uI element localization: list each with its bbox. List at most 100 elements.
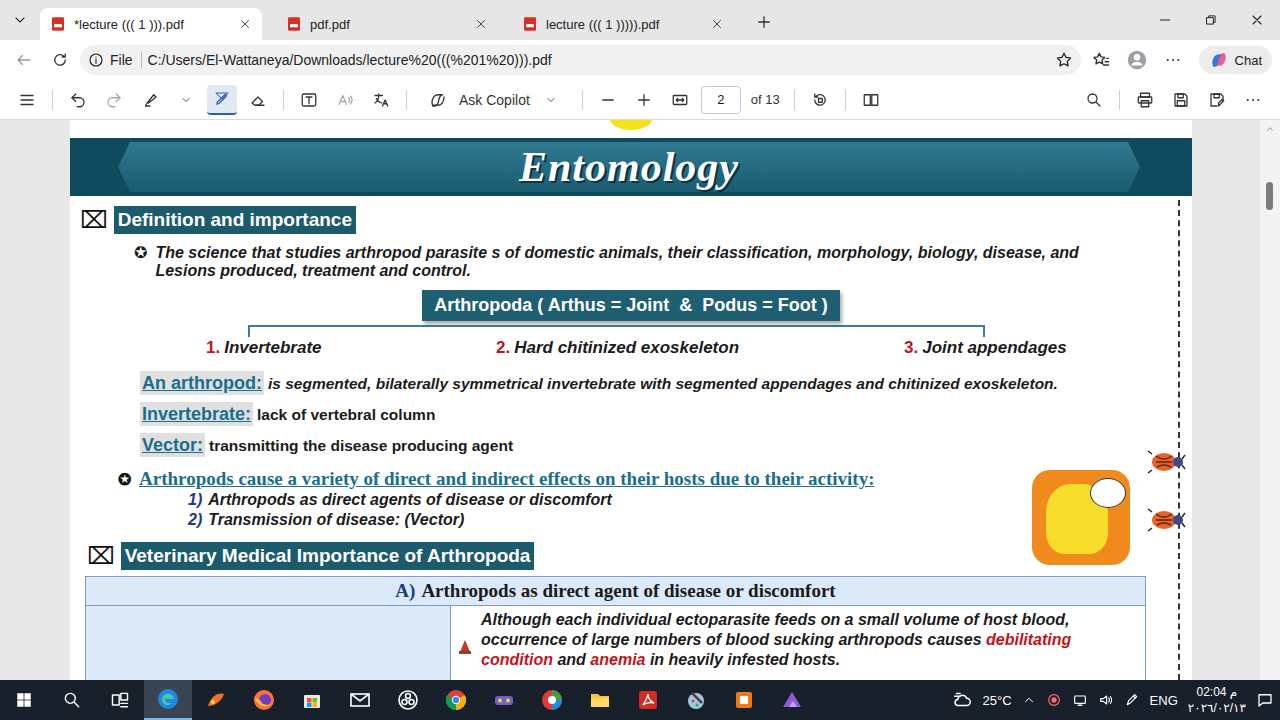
mail-icon	[348, 688, 372, 712]
copilot-chat-button[interactable]: Chat	[1199, 46, 1272, 74]
taskbar-app[interactable]	[432, 680, 480, 720]
taskbar-app[interactable]	[672, 680, 720, 720]
language[interactable]: ENG	[1150, 693, 1178, 708]
close-window-icon[interactable]	[1234, 0, 1280, 40]
cartoon-sticker	[1032, 470, 1130, 565]
back-icon[interactable]	[8, 44, 40, 76]
taskbar-app[interactable]	[144, 680, 192, 720]
ask-copilot-label[interactable]: Ask Copilot	[459, 92, 530, 108]
taskbar-app[interactable]	[528, 680, 576, 720]
scrollbar[interactable]	[1260, 120, 1280, 680]
start-icon[interactable]	[0, 680, 48, 720]
print-icon[interactable]	[1130, 85, 1160, 115]
term-label: An arthropod:	[140, 371, 264, 395]
rotate-icon[interactable]	[805, 85, 835, 115]
tab-label[interactable]: lecture ((( 1 ))))).pdf	[546, 17, 702, 32]
taskbar-app[interactable]	[192, 680, 240, 720]
show-hidden-icon[interactable]	[1022, 693, 1036, 707]
search-icon[interactable]	[48, 680, 96, 720]
feature-text: Joint appendages	[922, 338, 1067, 357]
scroll-thumb[interactable]	[1266, 182, 1273, 210]
taskbar-app[interactable]	[768, 680, 816, 720]
zoom-in-icon[interactable]	[629, 85, 659, 115]
item-text: Arthropods as direct agents of disease o…	[208, 491, 612, 508]
undo-icon[interactable]	[63, 85, 93, 115]
page-view-icon[interactable]	[856, 85, 886, 115]
weather-reading[interactable]: 25°C	[983, 693, 1012, 708]
taskbar-app[interactable]	[288, 680, 336, 720]
highlight-menu-icon[interactable]	[171, 85, 201, 115]
refresh-icon[interactable]	[44, 44, 76, 76]
feature-item: 1.Invertebrate	[206, 337, 496, 359]
minimize-icon[interactable]	[1142, 0, 1188, 40]
taskbar-app[interactable]	[240, 680, 288, 720]
taskbar-app[interactable]	[384, 680, 432, 720]
firefox-icon	[252, 688, 276, 712]
highlight-icon[interactable]	[135, 85, 165, 115]
new-tab-icon[interactable]	[748, 6, 780, 38]
taskbar-app[interactable]	[480, 680, 528, 720]
more-icon[interactable]	[1157, 44, 1189, 76]
acrobat-icon	[636, 688, 660, 712]
clock[interactable]: 02:04 م٢٠٢٦/٠٢/١٣	[1188, 684, 1246, 716]
task-view-icon[interactable]	[96, 680, 144, 720]
redo-icon[interactable]	[99, 85, 129, 115]
read-aloud-icon[interactable]	[330, 85, 360, 115]
tab-actions-icon[interactable]	[0, 0, 40, 40]
speech-bubble	[1090, 478, 1126, 508]
translate-icon[interactable]	[366, 85, 396, 115]
feature-number: 3.	[904, 338, 918, 357]
close-icon[interactable]	[474, 17, 488, 31]
contents-icon[interactable]	[12, 85, 42, 115]
taskbar-app[interactable]	[576, 680, 624, 720]
effects-list: 1)Arthropods as direct agents of disease…	[118, 490, 1192, 530]
term-definition: transmitting the disease producing agent	[209, 434, 513, 458]
tab[interactable]: pdf.pdf	[276, 8, 498, 40]
page-margin	[0, 120, 70, 680]
address-field[interactable]: FileC:/Users/El-Wattaneya/Downloads/lect…	[80, 45, 1081, 75]
eraser-icon[interactable]	[243, 85, 273, 115]
save-icon[interactable]	[1166, 85, 1196, 115]
save-as-icon[interactable]	[1202, 85, 1232, 115]
effects-title: ✪Arthropods cause a variety of direct an…	[118, 468, 1192, 490]
favorites-icon[interactable]	[1085, 44, 1117, 76]
page-count: of 13	[747, 92, 784, 107]
feature-text: Invertebrate	[224, 338, 321, 357]
taskbar-app[interactable]	[720, 680, 768, 720]
fit-width-icon[interactable]	[665, 85, 695, 115]
tab[interactable]: *lecture ((( 1 ))).pdf	[40, 8, 262, 40]
ask-copilot-button[interactable]: Ask Copilot	[417, 85, 572, 115]
taskbar-app[interactable]	[624, 680, 672, 720]
scroll-up-icon[interactable]	[1260, 120, 1280, 134]
feature-item: 3.Joint appendages	[904, 337, 1067, 359]
address-row: FileC:/Users/El-Wattaneya/Downloads/lect…	[0, 40, 1280, 80]
taskbar-app[interactable]	[336, 680, 384, 720]
notifications-icon[interactable]	[1256, 691, 1274, 709]
chat-label[interactable]: Chat	[1235, 53, 1262, 68]
more-options-icon[interactable]	[1238, 85, 1268, 115]
importance-table: A)Arthropods as direct agent of disease …	[85, 576, 1146, 680]
page-number-field[interactable]: 2	[701, 86, 741, 114]
record-icon[interactable]	[1046, 692, 1062, 708]
tab[interactable]: lecture ((( 1 ))))).pdf	[512, 8, 734, 40]
draw-icon[interactable]	[207, 85, 237, 115]
restore-icon[interactable]	[1188, 0, 1234, 40]
tab-label[interactable]: *lecture ((( 1 ))).pdf	[74, 17, 230, 32]
dashed-border	[1178, 200, 1180, 680]
profile-icon[interactable]	[1121, 44, 1153, 76]
term-list: An arthropod:is segmented, bilaterally s…	[70, 371, 1192, 458]
pen-icon[interactable]	[1124, 692, 1140, 708]
add-text-icon[interactable]	[294, 85, 324, 115]
network-icon[interactable]	[1072, 692, 1088, 708]
close-icon[interactable]	[238, 17, 252, 31]
favorite-star-icon[interactable]	[1055, 51, 1073, 69]
zoom-out-icon[interactable]	[593, 85, 623, 115]
volume-icon[interactable]	[1098, 692, 1114, 708]
search-icon[interactable]	[1079, 85, 1109, 115]
url-text[interactable]: C:/Users/El-Wattaneya/Downloads/lecture%…	[148, 52, 1049, 68]
weather-icon[interactable]	[951, 689, 973, 711]
tab-label[interactable]: pdf.pdf	[310, 17, 466, 32]
heading-label: Definition and importance	[114, 206, 356, 234]
close-icon[interactable]	[710, 17, 724, 31]
window-controls	[1142, 0, 1280, 40]
